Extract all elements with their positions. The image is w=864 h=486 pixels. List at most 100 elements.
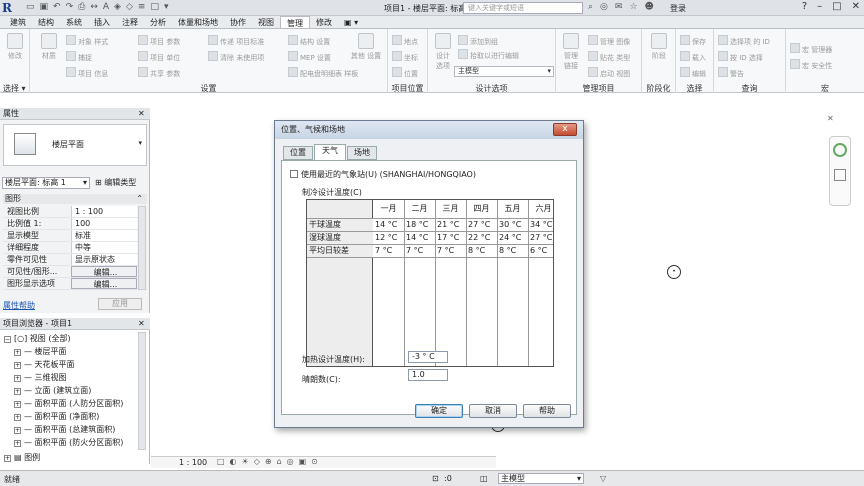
pick-to-edit-button[interactable]: 拾取以进行编辑: [458, 49, 519, 61]
property-value[interactable]: 编辑...: [71, 266, 137, 277]
tab-8[interactable]: 视图: [252, 16, 280, 28]
location-button[interactable]: 地点: [392, 35, 418, 47]
filter-icon[interactable]: ▽: [600, 474, 606, 483]
browser-item[interactable]: + — 面积平面 (净面积): [14, 411, 99, 422]
tab-9[interactable]: 管理: [280, 16, 310, 28]
browser-scrollbar[interactable]: [138, 332, 146, 450]
close-icon[interactable]: ✕: [138, 319, 145, 328]
structural-settings-button[interactable]: 结构 设置: [288, 35, 330, 47]
tab-7[interactable]: 协作: [224, 16, 252, 28]
search-input[interactable]: 键入关键字或短语: [463, 2, 583, 14]
design-option-status[interactable]: 主模型 ▾: [498, 473, 584, 484]
browser-legends[interactable]: + ▤ 图例: [4, 452, 40, 463]
expand-icon[interactable]: +: [14, 401, 21, 408]
section-icon[interactable]: ◇: [126, 2, 133, 12]
expand-icon[interactable]: +: [14, 414, 21, 421]
use-station-checkbox[interactable]: 使用最近的气象站(U) (SHANGHAI/HONGQIAO): [290, 169, 476, 180]
temperature-cell[interactable]: 14 °C: [406, 231, 435, 244]
property-value[interactable]: 编辑...: [71, 278, 137, 289]
expand-icon[interactable]: +: [14, 427, 21, 434]
load-selection-button[interactable]: 载入: [680, 51, 706, 63]
design-option-icon[interactable]: ◫: [480, 474, 488, 483]
manage-links-button[interactable]: 管理 链接: [560, 33, 582, 71]
save-selection-button[interactable]: 保存: [680, 35, 706, 47]
browser-item[interactable]: + — 三维视图: [14, 372, 67, 383]
login-link[interactable]: 登录: [670, 3, 686, 14]
purge-unused-button[interactable]: 清除 未使用项: [208, 51, 264, 63]
project-info-button[interactable]: 项目 信息: [66, 67, 108, 79]
shared-parameters-button[interactable]: 共享 参数: [138, 67, 180, 79]
warnings-button[interactable]: 警告: [718, 67, 744, 79]
tab-4[interactable]: 注释: [116, 16, 144, 28]
macro-manager-button[interactable]: 宏 管理器: [790, 43, 832, 55]
expand-icon[interactable]: +: [14, 440, 21, 447]
open-icon[interactable]: ▭: [26, 2, 35, 12]
expand-icon[interactable]: +: [14, 349, 21, 356]
qat-dropdown-icon[interactable]: ▾: [164, 2, 169, 12]
user-icon[interactable]: ☻: [645, 2, 654, 12]
temperature-cell[interactable]: 24 °C: [499, 231, 528, 244]
phases-button[interactable]: 阶段: [648, 33, 670, 61]
text-icon[interactable]: A: [103, 2, 109, 12]
tab-weather[interactable]: 天气: [314, 144, 346, 161]
tab-3[interactable]: 插入: [88, 16, 116, 28]
temperature-cell[interactable]: 12 °C: [375, 231, 404, 244]
temperature-cell[interactable]: 7 °C: [375, 244, 404, 257]
tab-site[interactable]: 场地: [347, 146, 377, 160]
property-value[interactable]: 1 : 100: [71, 206, 137, 217]
modify-button[interactable]: 修改: [4, 33, 26, 61]
close-icon[interactable]: ✕: [827, 114, 834, 123]
macro-security-button[interactable]: 宏 安全性: [790, 59, 832, 71]
app-logo[interactable]: R: [2, 1, 22, 15]
panel-schedule-templates-button[interactable]: 配电盘明细表 样板: [288, 67, 358, 79]
worksets-icon[interactable]: ⊡: [432, 474, 439, 483]
measure-icon[interactable]: ↔: [90, 2, 98, 12]
browser-item[interactable]: + — 天花板平面: [14, 359, 75, 370]
temperature-cell[interactable]: 7 °C: [406, 244, 435, 257]
property-value[interactable]: 标准: [71, 230, 137, 241]
transfer-standards-button[interactable]: 传递 项目标准: [208, 35, 264, 47]
type-selector[interactable]: 楼层平面 ▾: [3, 124, 147, 166]
tab-5[interactable]: 分析: [144, 16, 172, 28]
add-to-set-button[interactable]: 添加到组: [458, 35, 498, 47]
temperature-cell[interactable]: 22 °C: [468, 231, 497, 244]
communication-icon[interactable]: ✉: [615, 2, 623, 12]
thin-lines-icon[interactable]: ≡: [138, 2, 146, 12]
subscription-icon[interactable]: ◎: [600, 2, 608, 12]
3d-view-icon[interactable]: ◈: [114, 2, 121, 12]
temperature-cell[interactable]: 8 °C: [468, 244, 497, 257]
temperature-cell[interactable]: 6 °C: [530, 244, 553, 257]
help-icon[interactable]: ?: [802, 1, 807, 12]
close-icon[interactable]: ✕: [852, 1, 860, 12]
snaps-button[interactable]: 捕捉: [66, 51, 92, 63]
ids-of-selection-button[interactable]: 选择项 的 ID: [718, 35, 770, 47]
browser-item[interactable]: + — 面积平面 (人防分区面积): [14, 398, 123, 409]
steering-wheel-icon[interactable]: [833, 143, 847, 157]
cancel-button[interactable]: 取消: [469, 404, 517, 418]
maximize-icon[interactable]: □: [832, 1, 841, 12]
tab-6[interactable]: 体量和场地: [172, 16, 224, 28]
redo-icon[interactable]: ↷: [66, 2, 74, 12]
temperature-cell[interactable]: 30 °C: [499, 218, 528, 231]
category-graphics[interactable]: 图形 ⌃: [3, 194, 147, 204]
elevation-marker[interactable]: •: [667, 265, 681, 279]
ribbon-minimize-icon[interactable]: ▣ ▾: [338, 16, 364, 28]
clearness-input[interactable]: 1.0: [408, 369, 448, 381]
browser-item[interactable]: + — 面积平面 (防火分区面积): [14, 437, 123, 448]
browser-item[interactable]: + — 面积平面 (总建筑面积): [14, 424, 115, 435]
select-by-id-button[interactable]: 按 ID 选择: [718, 51, 763, 63]
view-control-icons[interactable]: □◐☀◇⊕⌂◎▣⊙: [217, 457, 323, 466]
tab-10[interactable]: 修改: [310, 16, 338, 28]
material-button[interactable]: 材质: [38, 33, 60, 61]
help-button[interactable]: 帮助: [523, 404, 571, 418]
heating-temperature-input[interactable]: -3 ° C: [408, 351, 448, 363]
select-dropdown[interactable]: 选择 ▾: [3, 83, 26, 94]
dialog-close-button[interactable]: x: [553, 123, 577, 136]
temperature-cell[interactable]: 21 °C: [437, 218, 466, 231]
edit-selection-button[interactable]: 编辑: [680, 67, 706, 79]
project-parameters-button[interactable]: 项目 参数: [138, 35, 180, 47]
expand-icon[interactable]: +: [14, 388, 21, 395]
position-button[interactable]: 位置: [392, 67, 418, 79]
design-option-combo[interactable]: 主模型 ▾: [454, 66, 554, 77]
property-value[interactable]: 中等: [71, 242, 137, 253]
